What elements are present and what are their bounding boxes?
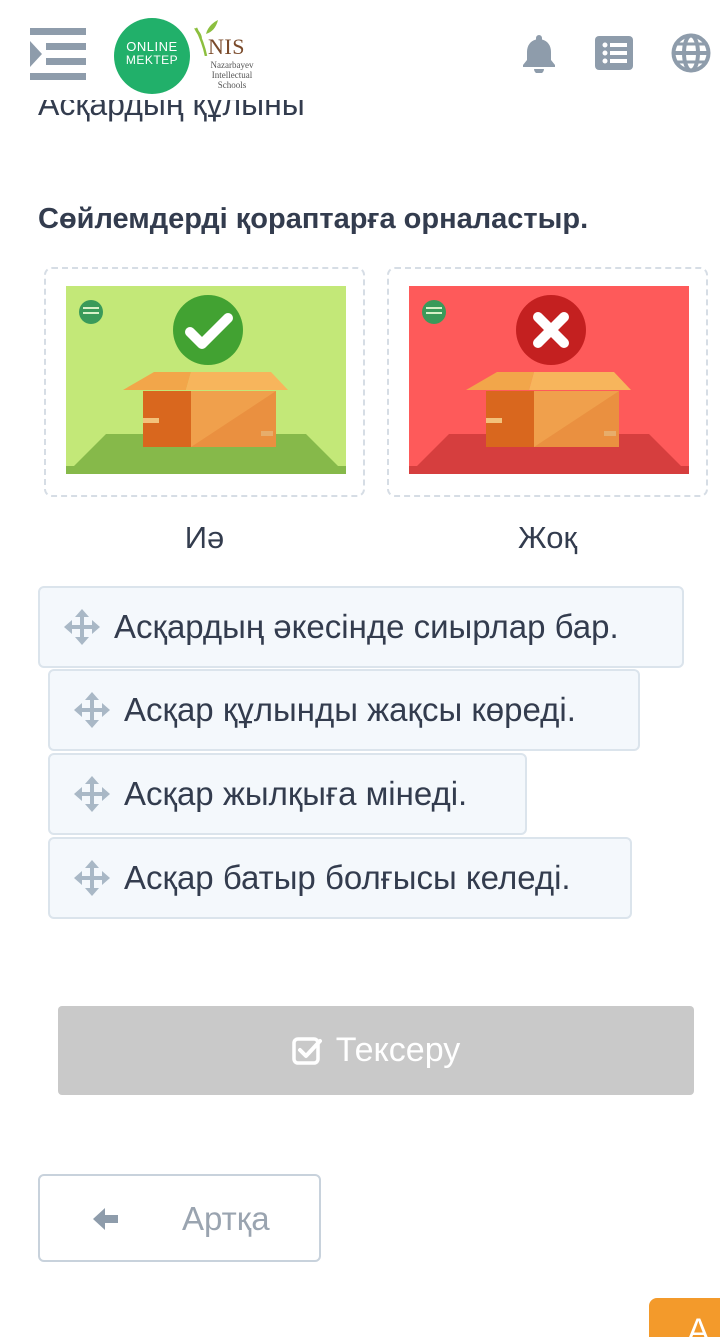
draggable-item[interactable]: Асқардың әкесінде сиырлар бар. <box>38 586 684 668</box>
back-button[interactable]: Артқа <box>38 1174 321 1262</box>
move-icon <box>74 776 110 812</box>
draggable-item[interactable]: Асқар жылқыға мінеді. <box>48 753 527 835</box>
next-button-label: А <box>687 1312 710 1337</box>
move-icon <box>74 860 110 896</box>
draggable-item[interactable]: Асқар батыр болғысы келеді. <box>48 837 632 919</box>
zone-label-no: Жоқ <box>517 520 578 555</box>
check-button[interactable]: Тексеру <box>58 1006 694 1095</box>
zone-label-yes: Иә <box>184 520 225 555</box>
checkbox-icon <box>292 1036 322 1065</box>
next-button[interactable]: А <box>649 1298 720 1337</box>
task-instruction: Сөйлемдерді қораптарға орналастыр. <box>38 203 589 235</box>
check-button-label: Тексеру <box>335 1031 461 1069</box>
menu-icon[interactable] <box>30 28 86 80</box>
move-icon <box>64 609 100 645</box>
arrow-left-icon <box>93 1208 118 1230</box>
item-text: Асқар жылқыға мінеді. <box>124 775 468 812</box>
back-button-label: Артқа <box>182 1200 270 1237</box>
item-text: Асқар батыр болғысы келеді. <box>124 859 571 896</box>
online-mektep-logo[interactable]: ONLINE MEKTEP <box>114 18 190 94</box>
bell-icon[interactable] <box>519 33 559 73</box>
dropzone-no[interactable] <box>387 267 708 497</box>
move-icon <box>74 692 110 728</box>
top-header: ONLINE MEKTEP NIS Nazarbayev Intellectua… <box>0 0 720 100</box>
item-text: Асқардың әкесінде сиырлар бар. <box>114 608 619 645</box>
dropzone-yes[interactable] <box>44 267 365 497</box>
draggable-item[interactable]: Асқар құлынды жақсы көреді. <box>48 669 640 751</box>
globe-icon[interactable] <box>671 33 711 73</box>
no-box-picture <box>409 286 689 474</box>
list-icon[interactable] <box>594 33 634 73</box>
nis-logo: NIS Nazarbayev Intellectual Schools <box>192 18 262 94</box>
item-text: Асқар құлынды жақсы көреді. <box>124 691 576 728</box>
yes-box-picture <box>66 286 346 474</box>
